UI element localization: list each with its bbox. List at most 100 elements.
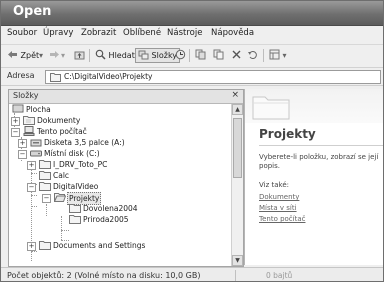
scroll-down-arrow-icon[interactable]: ▼ [232, 255, 243, 266]
tree-item-tento-pocitac[interactable]: − Tento počítač [9, 126, 229, 137]
tree-label: I_DRV_Toto_PC [53, 160, 108, 169]
tree-item-calc[interactable]: Calc [9, 170, 229, 181]
folder-icon [69, 215, 81, 224]
menu-oblibene[interactable]: Oblíbené [123, 28, 161, 38]
copy-to-button[interactable] [213, 48, 224, 63]
address-field[interactable]: C:\DigitalVideo\Projekty [45, 70, 381, 84]
menu-zobrazit[interactable]: Zobrazit [81, 28, 116, 38]
tree-item-i-drv-toto-pc[interactable]: + I_DRV_Toto_PC [9, 159, 229, 170]
tree-item-plocha[interactable]: Plocha [9, 104, 229, 115]
views-dropdown-icon: ▾ [282, 51, 287, 60]
close-icon[interactable]: × [231, 90, 239, 100]
tree-label: Documents and Settings [53, 241, 146, 250]
collapse-minus-icon[interactable]: − [42, 194, 51, 203]
tree-item-projekty[interactable]: − Projekty [9, 192, 229, 205]
folders-icon [138, 50, 149, 60]
folder-icon [39, 171, 51, 180]
delete-icon [232, 50, 241, 59]
folders-pane: Složky × Plocha + Dokumenty − Tento počí… [8, 89, 244, 267]
details-title: Projekty [259, 127, 316, 141]
menu-napoveda[interactable]: Nápověda [211, 28, 254, 38]
tree-label: Disketa 3,5 palce (A:) [44, 138, 125, 147]
desktop-icon [12, 104, 24, 113]
scrollbar-thumb[interactable] [233, 118, 242, 178]
tree-item-digitalvideo[interactable]: − DigitalVideo [9, 181, 229, 192]
status-object-count: Počet objektů: 2 (Volné místo na disku: … [7, 271, 201, 280]
forward-dropdown[interactable]: ▾ [61, 48, 65, 63]
menu-soubor[interactable]: Soubor [7, 28, 37, 38]
link-dokumenty[interactable]: Dokumenty [259, 193, 299, 201]
open-dialog-window: Open Soubor Úpravy Zobrazit Oblíbené Nás… [0, 0, 384, 282]
history-icon [175, 49, 186, 60]
tree-label: Dovolena2004 [83, 204, 138, 213]
see-also-label: Viz také: [259, 181, 289, 189]
details-description-line2: popis. [259, 162, 280, 170]
tree-label: Priroda2005 [83, 215, 129, 224]
delete-button[interactable] [231, 48, 242, 63]
tree-label: Tento počítač [37, 127, 87, 136]
forward-button[interactable] [49, 48, 60, 63]
folders-button[interactable]: Složky [135, 48, 181, 63]
folder-icon [39, 160, 51, 169]
toolbar-separator [263, 49, 264, 62]
collapse-minus-icon[interactable]: − [11, 128, 20, 137]
status-separator [235, 270, 236, 281]
link-tento-pocitac[interactable]: Tento počítač [259, 215, 305, 223]
details-header-graphic [245, 89, 383, 123]
search-label: Hledat [108, 51, 135, 60]
tree-item-disketa[interactable]: + Disketa 3,5 palce (A:) [9, 137, 229, 148]
back-arrow-icon [8, 51, 17, 58]
forward-arrow-icon [50, 51, 59, 58]
views-button[interactable]: ▾ [269, 48, 287, 63]
scroll-up-arrow-icon[interactable]: ▲ [232, 104, 243, 115]
tree-scrollbar[interactable]: ▲ ▼ [231, 104, 243, 266]
search-button[interactable]: Hledat [95, 48, 135, 63]
undo-icon [248, 51, 257, 59]
details-pane: Projekty Vyberete-li položku, zobrazí se… [244, 89, 383, 265]
menu-bar: Soubor Úpravy Zobrazit Oblíbené Nástroje… [1, 26, 383, 45]
back-label: Zpět [20, 51, 40, 60]
folder-icon [69, 204, 81, 213]
search-icon [95, 49, 106, 60]
tree-item-documents-and-settings[interactable]: + Documents and Settings [9, 240, 229, 251]
folders-label: Složky [151, 51, 178, 60]
computer-icon [23, 126, 35, 136]
menu-nastroje[interactable]: Nástroje [167, 28, 202, 38]
status-size: 0 bajtů [266, 271, 293, 280]
expand-plus-icon[interactable]: + [27, 242, 36, 251]
up-folder-icon [74, 51, 85, 60]
history-button[interactable] [175, 48, 186, 63]
title-bar[interactable]: Open [1, 1, 383, 26]
tree-item-mistni-disk[interactable]: − Místní disk (C:) [9, 148, 229, 159]
large-folder-icon [252, 96, 290, 120]
tree-label: Dokumenty [37, 116, 81, 125]
open-folder-icon [54, 193, 66, 202]
tree-label: Místní disk (C:) [44, 149, 100, 158]
tree-label: DigitalVideo [53, 182, 99, 191]
collapse-minus-icon[interactable]: − [18, 150, 27, 159]
toolbar-separator [189, 49, 190, 62]
tree-item-dovolena2004[interactable]: Dovolena2004 [9, 203, 229, 214]
collapse-minus-icon[interactable]: − [27, 183, 36, 192]
expand-plus-icon[interactable]: + [18, 139, 27, 148]
undo-button[interactable] [247, 48, 258, 63]
floppy-drive-icon [30, 139, 42, 147]
toolbar-separator [89, 49, 90, 62]
expand-plus-icon[interactable]: + [27, 161, 36, 170]
back-dropdown[interactable]: ▾ [39, 48, 43, 63]
up-folder-button[interactable] [74, 48, 85, 63]
folder-icon [39, 182, 51, 191]
back-button[interactable]: Zpět [7, 48, 39, 63]
menu-upravy[interactable]: Úpravy [43, 28, 73, 38]
tree-label: Calc [53, 171, 70, 180]
tree-label: Plocha [26, 105, 51, 114]
folder-icon [39, 241, 51, 250]
hard-disk-icon [30, 150, 42, 157]
tree-item-priroda2005[interactable]: Priroda2005 [9, 214, 229, 225]
link-mista-v-siti[interactable]: Místa v síti [259, 204, 297, 212]
tree-item-dokumenty[interactable]: + Dokumenty [9, 115, 229, 126]
address-value: C:\DigitalVideo\Projekty [64, 72, 153, 81]
expand-plus-icon[interactable]: + [11, 117, 20, 126]
move-to-button[interactable] [195, 48, 206, 63]
toolbar: Zpět ▾ ▾ Hledat Složky ▾ [1, 45, 383, 68]
